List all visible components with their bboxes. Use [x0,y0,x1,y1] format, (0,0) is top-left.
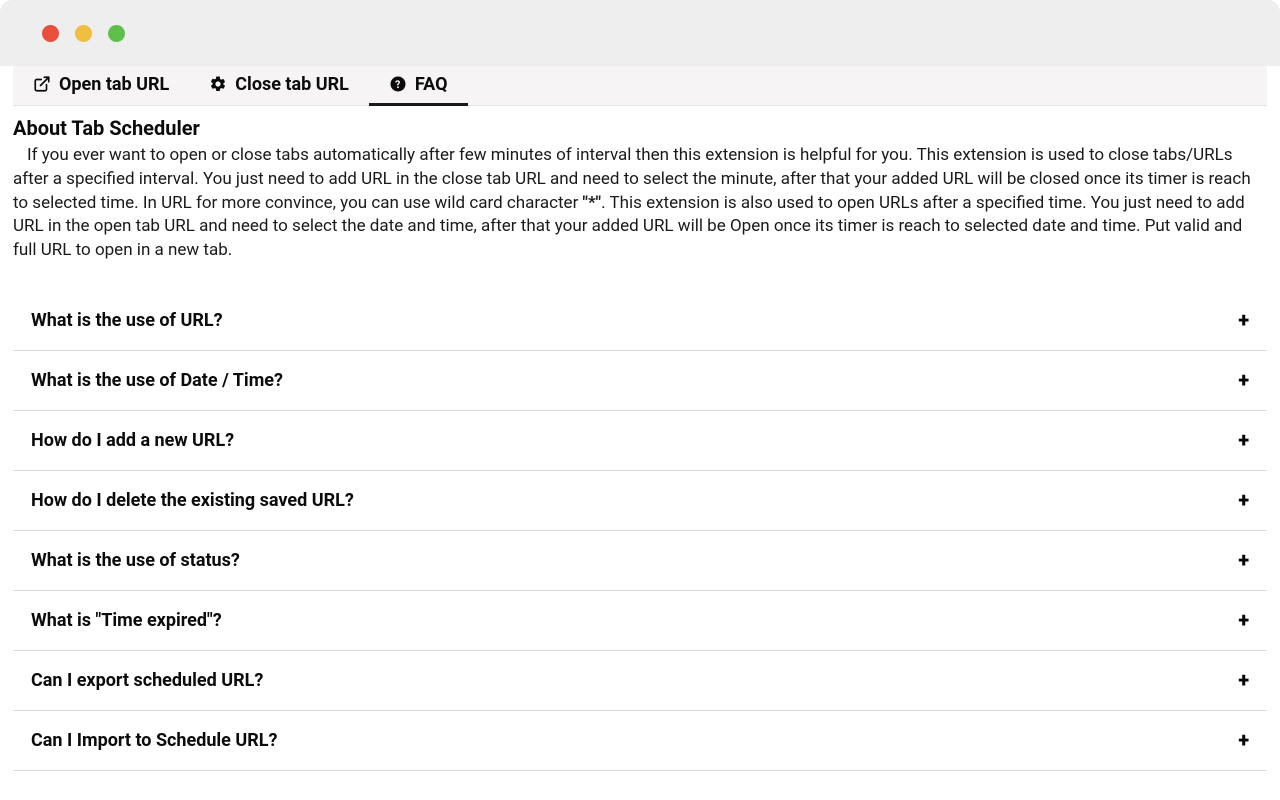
plus-icon: + [1238,370,1249,390]
tab-open-url[interactable]: Open tab URL [13,66,189,106]
about-section: About Tab Scheduler If you ever want to … [13,106,1267,281]
window-titlebar [0,0,1280,66]
window-minimize-button[interactable] [75,25,92,42]
plus-icon: + [1238,670,1249,690]
tab-faq[interactable]: FAQ [369,66,468,106]
faq-question: How do I add a new URL? [31,430,234,451]
window-maximize-button[interactable] [108,25,125,42]
faq-item[interactable]: How do I delete the existing saved URL? … [13,471,1267,531]
faq-item[interactable]: Can I Import to Schedule URL? + [13,711,1267,771]
question-circle-icon [389,75,407,93]
faq-item[interactable]: What is "Time expired"? + [13,591,1267,651]
faq-item[interactable]: How do I add a new URL? + [13,411,1267,471]
tab-close-url[interactable]: Close tab URL [189,66,369,106]
faq-item[interactable]: What is the use of URL? + [13,291,1267,351]
faq-question: Can I export scheduled URL? [31,670,263,691]
faq-question: Can I Import to Schedule URL? [31,730,277,751]
external-link-icon [33,75,51,93]
plus-icon: + [1238,610,1249,630]
plus-icon: + [1238,310,1249,330]
faq-question: What is the use of status? [31,550,240,571]
tab-label: FAQ [415,74,448,95]
plus-icon: + [1238,430,1249,450]
about-description: If you ever want to open or close tabs a… [13,144,1267,263]
tab-label: Close tab URL [235,74,349,95]
faq-item[interactable]: Can I export scheduled URL? + [13,651,1267,711]
faq-item[interactable]: What is the use of Date / Time? + [13,351,1267,411]
faq-question: How do I delete the existing saved URL? [31,490,354,511]
plus-icon: + [1238,730,1249,750]
about-title: About Tab Scheduler [13,116,1267,140]
faq-question: What is the use of Date / Time? [31,370,283,391]
faq-item[interactable]: What is the use of status? + [13,531,1267,591]
faq-list: What is the use of URL? + What is the us… [13,291,1267,771]
wildcard-hint: "*" [583,193,602,213]
tab-bar: Open tab URL Close tab URL FAQ [13,66,1267,106]
gear-icon [209,75,227,93]
faq-question: What is the use of URL? [31,310,223,331]
window-close-button[interactable] [42,25,59,42]
plus-icon: + [1238,550,1249,570]
faq-question: What is "Time expired"? [31,610,222,631]
tab-label: Open tab URL [59,74,169,95]
plus-icon: + [1238,490,1249,510]
